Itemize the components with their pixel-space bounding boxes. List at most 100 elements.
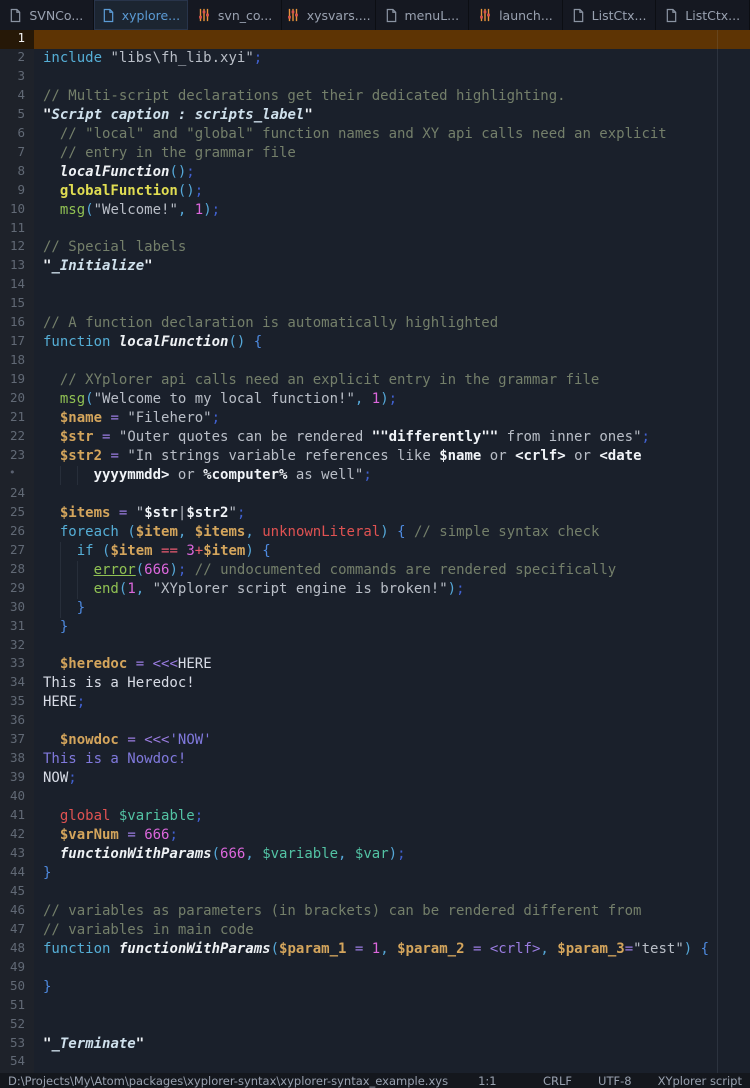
code-line[interactable]: NOW; — [34, 769, 750, 788]
tab-xysvars[interactable]: xysvars.... — [281, 0, 376, 30]
line-number: 33 — [0, 655, 34, 675]
code-line[interactable]: $nowdoc = <<<'NOW' — [34, 731, 750, 750]
code-line[interactable]: functionWithParams(666, $variable, $var)… — [34, 845, 750, 864]
code-line[interactable]: HERE; — [34, 693, 750, 712]
code-row: 31 } — [0, 617, 750, 637]
token-q: " — [304, 106, 313, 123]
line-number: 4 — [0, 86, 34, 106]
code-line[interactable] — [34, 637, 750, 656]
code-editor[interactable]: 1 2 include "libs\fh_lib.xyi"; 3 4// Multi-s… — [0, 30, 750, 1073]
code-line[interactable] — [34, 788, 750, 807]
code-row: 32 — [0, 636, 750, 656]
code-line[interactable] — [34, 1053, 750, 1072]
code-line[interactable]: // A function declaration is automatical… — [34, 314, 750, 333]
code-line[interactable]: globalFunction(); — [34, 182, 750, 201]
code-line[interactable]: "_Initialize" — [34, 257, 750, 276]
code-line[interactable]: include "libs\fh_lib.xyi"; — [34, 49, 750, 68]
code-line[interactable]: } — [34, 864, 750, 883]
code-line[interactable]: "_Terminate" — [34, 1035, 750, 1054]
grammar-indicator[interactable]: XYplorer script — [658, 1074, 742, 1088]
cursor-position[interactable]: 1:1 — [478, 1074, 497, 1088]
code-line[interactable]: } — [34, 618, 750, 637]
code-line[interactable]: // entry in the grammar file — [34, 144, 750, 163]
code-line[interactable]: function functionWithParams($param_1 = 1… — [34, 940, 750, 959]
code-line[interactable]: // Special labels — [34, 238, 750, 257]
code-row: 4 // Multi-script declarations get their … — [0, 86, 750, 106]
code-line[interactable]: msg("Welcome!", 1); — [34, 201, 750, 220]
token-pun: () — [169, 163, 187, 180]
code-line[interactable]: yyyymmdd> or %computer% as well"; — [34, 465, 750, 485]
tab-svn_co[interactable]: svn_co... — [188, 0, 282, 30]
code-line[interactable]: error(666); // undocumented commands are… — [34, 560, 750, 580]
code-line[interactable]: foreach ($item, $items, unknownLiteral) … — [34, 523, 750, 542]
code-line[interactable]: // XYplorer api calls need an explicit e… — [34, 371, 750, 390]
file-icon — [385, 8, 398, 23]
token-kw: foreach — [59, 523, 119, 540]
line-number: 6 — [0, 124, 34, 144]
code-line[interactable]: This is a Nowdoc! — [34, 750, 750, 769]
code-line[interactable] — [34, 959, 750, 978]
tab-label: menuL... — [404, 7, 460, 23]
code-line[interactable]: msg("Welcome to my local function!", 1); — [34, 390, 750, 409]
code-line[interactable] — [34, 220, 750, 239]
token-fn: functionWithParams — [118, 940, 271, 957]
tab-label: ListCtx... — [591, 7, 647, 23]
line-number: 29 — [0, 579, 34, 599]
tab-listctx[interactable]: ListCtx... — [656, 0, 750, 30]
code-line[interactable] — [34, 712, 750, 731]
token-apiu: error — [93, 561, 136, 578]
code-line[interactable]: if ($item == 3+$item) { — [34, 541, 750, 561]
code-line[interactable]: // Multi-script declarations get their d… — [34, 87, 750, 106]
code-line[interactable]: "Script caption : scripts_label" — [34, 106, 750, 125]
code-row: 27 if ($item == 3+$item) { — [0, 541, 750, 561]
tab-launch[interactable]: launch... — [469, 0, 563, 30]
code-line[interactable]: end(1, "XYplorer script engine is broken… — [34, 579, 750, 599]
tab-menul[interactable]: menuL... — [375, 0, 470, 30]
code-line[interactable] — [34, 295, 750, 314]
token-semi: ; — [253, 49, 263, 66]
tab-xyplore[interactable]: xyplore... — [93, 0, 189, 30]
code-line[interactable]: // variables as parameters (in brackets)… — [34, 902, 750, 921]
code-line[interactable]: // "local" and "global" function names a… — [34, 125, 750, 144]
code-line[interactable] — [34, 352, 750, 371]
tab-listctx[interactable]: ListCtx... — [562, 0, 657, 30]
token-pun: ( — [85, 391, 94, 408]
code-line[interactable]: $items = "$str|$str2"; — [34, 504, 750, 523]
code-line[interactable]: localFunction(); — [34, 163, 750, 182]
code-line[interactable] — [34, 1016, 750, 1035]
code-line[interactable] — [34, 68, 750, 87]
token-semi: ; — [363, 466, 372, 483]
code-line[interactable]: global $variable; — [34, 807, 750, 826]
tab-svnco[interactable]: SVNCo... — [0, 0, 94, 30]
code-line[interactable]: // variables in main code — [34, 921, 750, 940]
code-line[interactable]: $str = "Outer quotes can be rendered ""d… — [34, 428, 750, 447]
token-var: $item — [203, 542, 246, 559]
line-ending-indicator[interactable]: CRLF — [543, 1074, 572, 1088]
code-line[interactable] — [34, 276, 750, 295]
code-row: 30 } — [0, 598, 750, 618]
code-line[interactable] — [34, 30, 750, 49]
code-line[interactable]: $str2 = "In strings variable references … — [34, 447, 750, 466]
code-line[interactable]: function localFunction() { — [34, 333, 750, 352]
code-line[interactable]: $varNum = 666; — [34, 826, 750, 845]
file-icon — [102, 8, 115, 23]
code-line[interactable]: } — [34, 598, 750, 618]
encoding-indicator[interactable]: UTF-8 — [598, 1074, 632, 1088]
code-line[interactable] — [34, 883, 750, 902]
token-api: msg — [59, 201, 86, 218]
code-line[interactable]: $name = "Filehero"; — [34, 409, 750, 428]
code-line[interactable]: } — [34, 978, 750, 997]
code-line[interactable] — [34, 997, 750, 1016]
line-number: 48 — [0, 939, 34, 959]
token-num: 1 — [127, 580, 136, 597]
code-line[interactable]: $heredoc = <<<HERE — [34, 655, 750, 674]
indent-guide — [59, 541, 61, 561]
code-line[interactable]: This is a Heredoc! — [34, 674, 750, 693]
code-line[interactable] — [34, 485, 750, 504]
